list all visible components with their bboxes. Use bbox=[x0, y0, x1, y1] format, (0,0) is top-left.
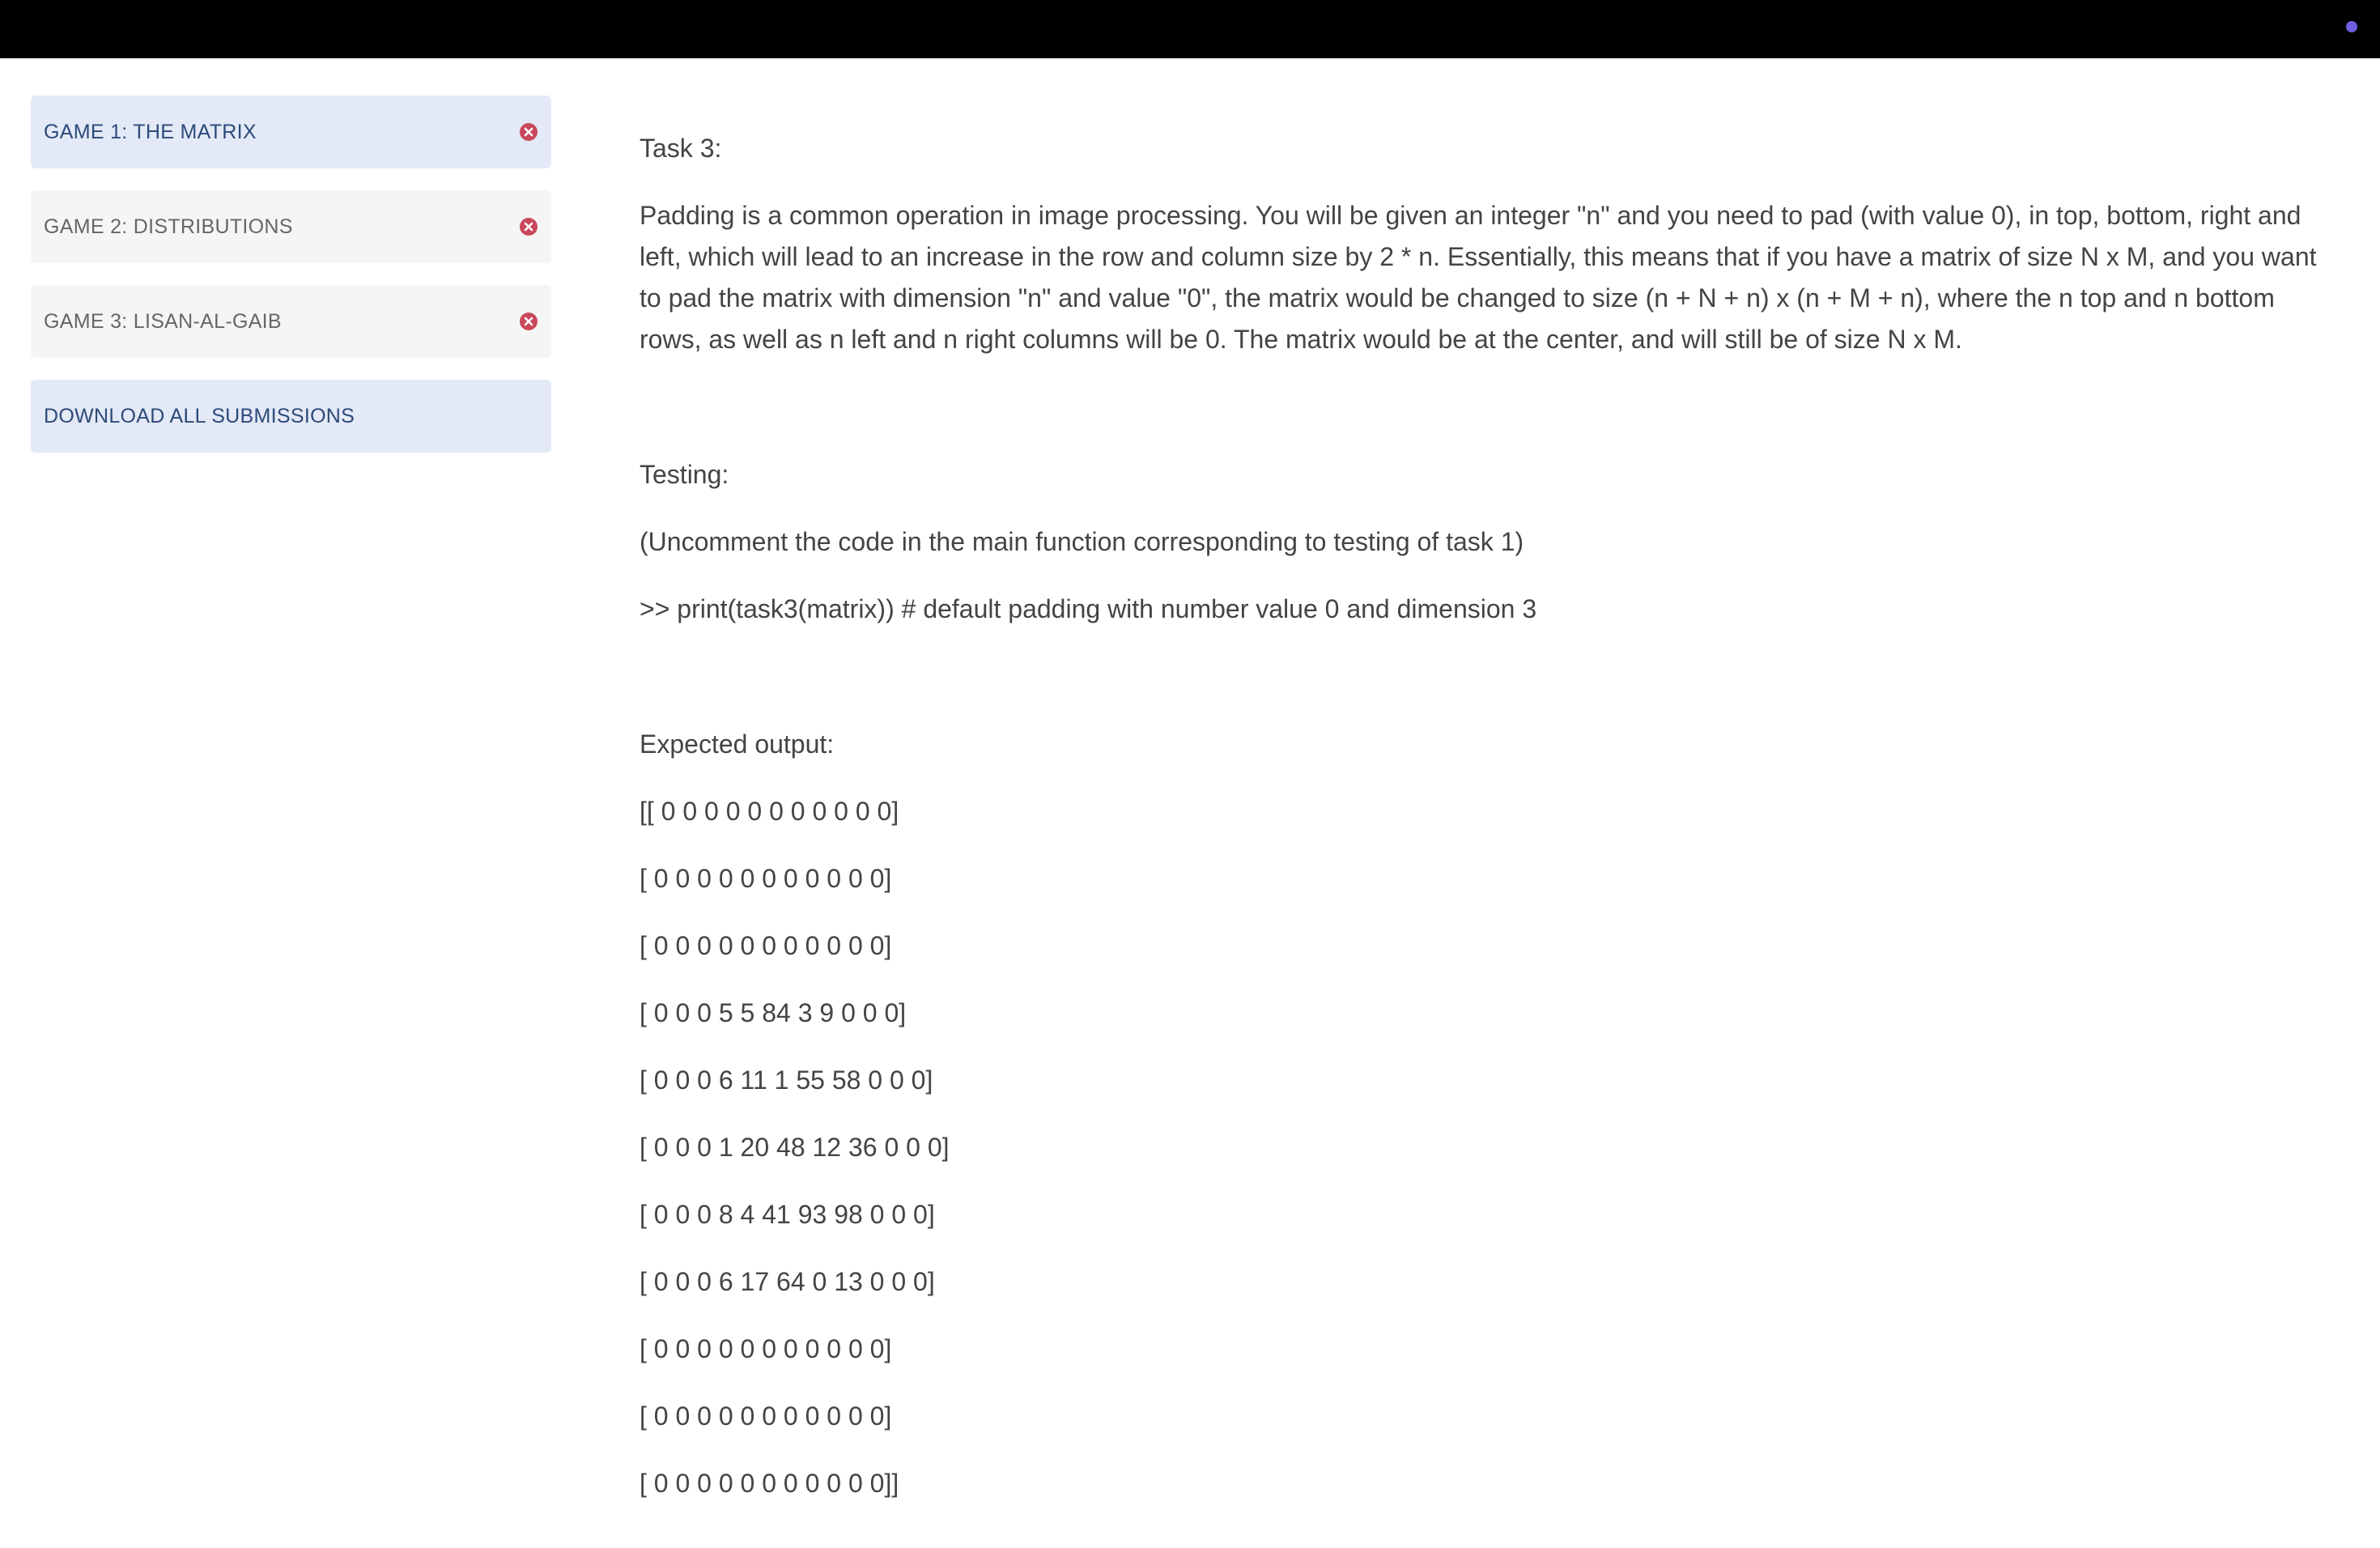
output-line: [ 0 0 0 8 4 41 93 98 0 0 0] bbox=[640, 1200, 935, 1229]
sidebar-item-game-2[interactable]: GAME 2: DISTRIBUTIONS bbox=[31, 190, 551, 263]
expected-output: [[ 0 0 0 0 0 0 0 0 0 0 0] [ 0 0 0 0 0 0 … bbox=[640, 791, 2323, 1504]
download-button-label: DOWNLOAD ALL SUBMISSIONS bbox=[44, 404, 355, 427]
output-line: [ 0 0 0 0 0 0 0 0 0 0 0] bbox=[640, 1401, 892, 1431]
status-dot-icon bbox=[2346, 21, 2357, 32]
sidebar-item-label: GAME 2: DISTRIBUTIONS bbox=[44, 215, 293, 238]
sidebar-item-game-1[interactable]: GAME 1: THE MATRIX bbox=[31, 96, 551, 168]
output-line: [ 0 0 0 0 0 0 0 0 0 0 0] bbox=[640, 1334, 892, 1363]
task-content: Task 3: Padding is a common operation in… bbox=[640, 128, 2323, 1530]
testing-code: >> print(task3(matrix)) # default paddin… bbox=[640, 594, 1537, 623]
output-line: [ 0 0 0 0 0 0 0 0 0 0 0]] bbox=[640, 1469, 899, 1498]
output-line: [ 0 0 0 6 11 1 55 58 0 0 0] bbox=[640, 1065, 933, 1095]
output-line: [[ 0 0 0 0 0 0 0 0 0 0 0] bbox=[640, 797, 899, 826]
output-line: [ 0 0 0 1 20 48 12 36 0 0 0] bbox=[640, 1133, 950, 1162]
output-line: [ 0 0 0 0 0 0 0 0 0 0 0] bbox=[640, 864, 892, 893]
testing-note: (Uncomment the code in the main function… bbox=[640, 527, 1524, 556]
sidebar: GAME 1: THE MATRIX GAME 2: DISTRIBUTIONS… bbox=[31, 96, 551, 474]
testing-heading: Testing: bbox=[640, 460, 729, 489]
expected-output-heading: Expected output: bbox=[640, 729, 835, 759]
download-all-submissions-button[interactable]: DOWNLOAD ALL SUBMISSIONS bbox=[31, 380, 551, 453]
task-heading: Task 3: bbox=[640, 134, 722, 163]
close-icon[interactable] bbox=[519, 312, 538, 331]
output-line: [ 0 0 0 5 5 84 3 9 0 0 0] bbox=[640, 998, 907, 1027]
output-line: [ 0 0 0 6 17 64 0 13 0 0 0] bbox=[640, 1267, 935, 1296]
sidebar-item-game-3[interactable]: GAME 3: LISAN-AL-GAIB bbox=[31, 285, 551, 358]
output-line: [ 0 0 0 0 0 0 0 0 0 0 0] bbox=[640, 931, 892, 960]
close-icon[interactable] bbox=[519, 122, 538, 142]
sidebar-item-label: GAME 3: LISAN-AL-GAIB bbox=[44, 309, 282, 333]
close-icon[interactable] bbox=[519, 217, 538, 236]
top-bar bbox=[0, 0, 2380, 58]
task-description: Padding is a common operation in image p… bbox=[640, 201, 2317, 354]
sidebar-item-label: GAME 1: THE MATRIX bbox=[44, 120, 257, 143]
